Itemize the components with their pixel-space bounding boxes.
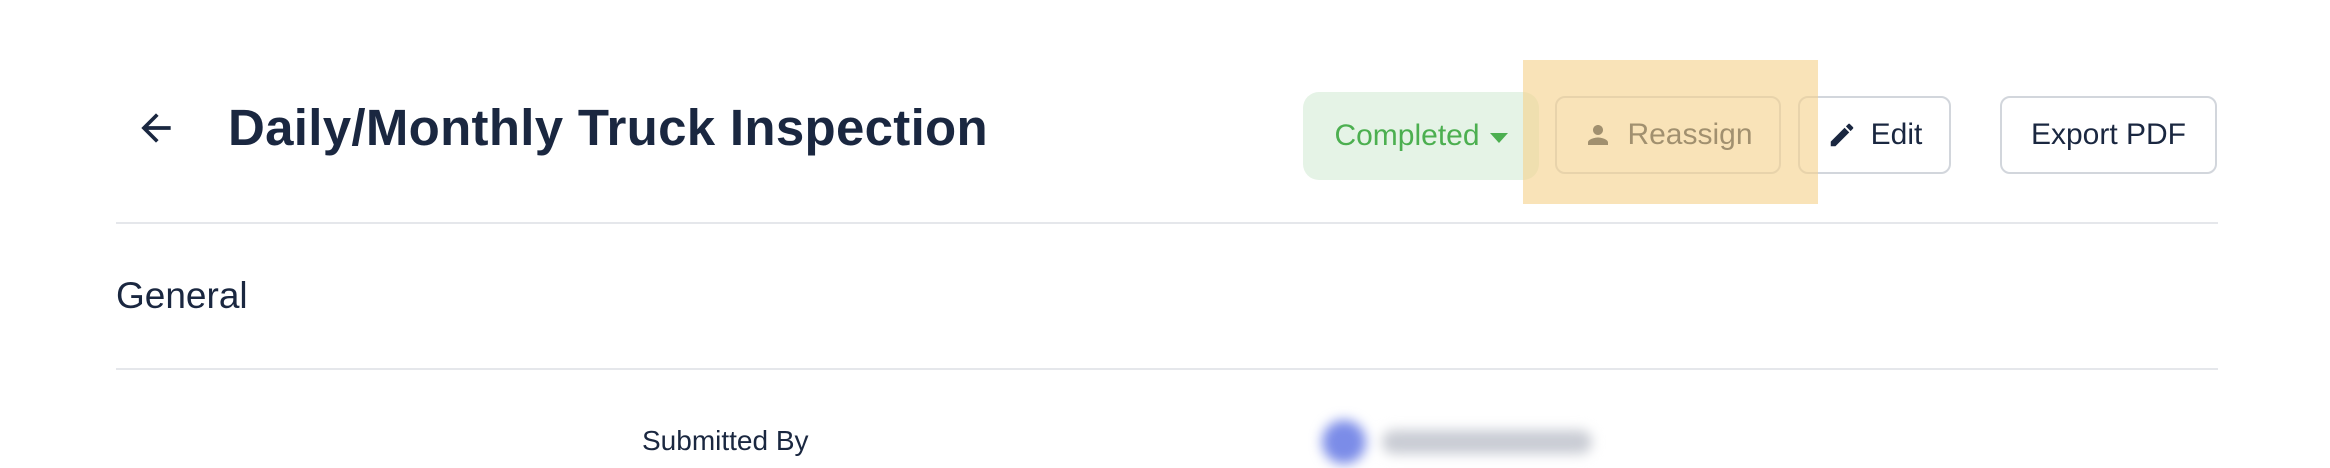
section-title: General bbox=[116, 275, 248, 316]
status-label: Completed bbox=[1334, 119, 1480, 152]
export-pdf-button[interactable]: Export PDF bbox=[2000, 96, 2217, 174]
header-divider bbox=[116, 222, 2218, 224]
reassign-button[interactable]: Reassign bbox=[1555, 96, 1781, 174]
avatar bbox=[1322, 420, 1366, 464]
arrow-left-icon bbox=[134, 106, 178, 155]
submitted-by-label: Submitted By bbox=[642, 425, 809, 456]
inspection-page: Daily/Monthly Truck Inspection Completed… bbox=[0, 0, 2330, 468]
edit-label: Edit bbox=[1870, 118, 1923, 151]
section-divider bbox=[116, 368, 2218, 370]
back-button[interactable] bbox=[132, 106, 180, 154]
pencil-icon bbox=[1827, 120, 1857, 150]
edit-button[interactable]: Edit bbox=[1798, 96, 1951, 174]
page-title: Daily/Monthly Truck Inspection bbox=[228, 99, 988, 156]
person-icon bbox=[1583, 120, 1613, 150]
caret-down-icon bbox=[1489, 133, 1508, 143]
submitter-name-redacted bbox=[1382, 430, 1592, 454]
reassign-label: Reassign bbox=[1627, 118, 1753, 151]
status-dropdown[interactable]: Completed bbox=[1303, 92, 1539, 180]
submitter-redacted bbox=[1322, 420, 1592, 464]
export-pdf-label: Export PDF bbox=[2030, 118, 2187, 151]
